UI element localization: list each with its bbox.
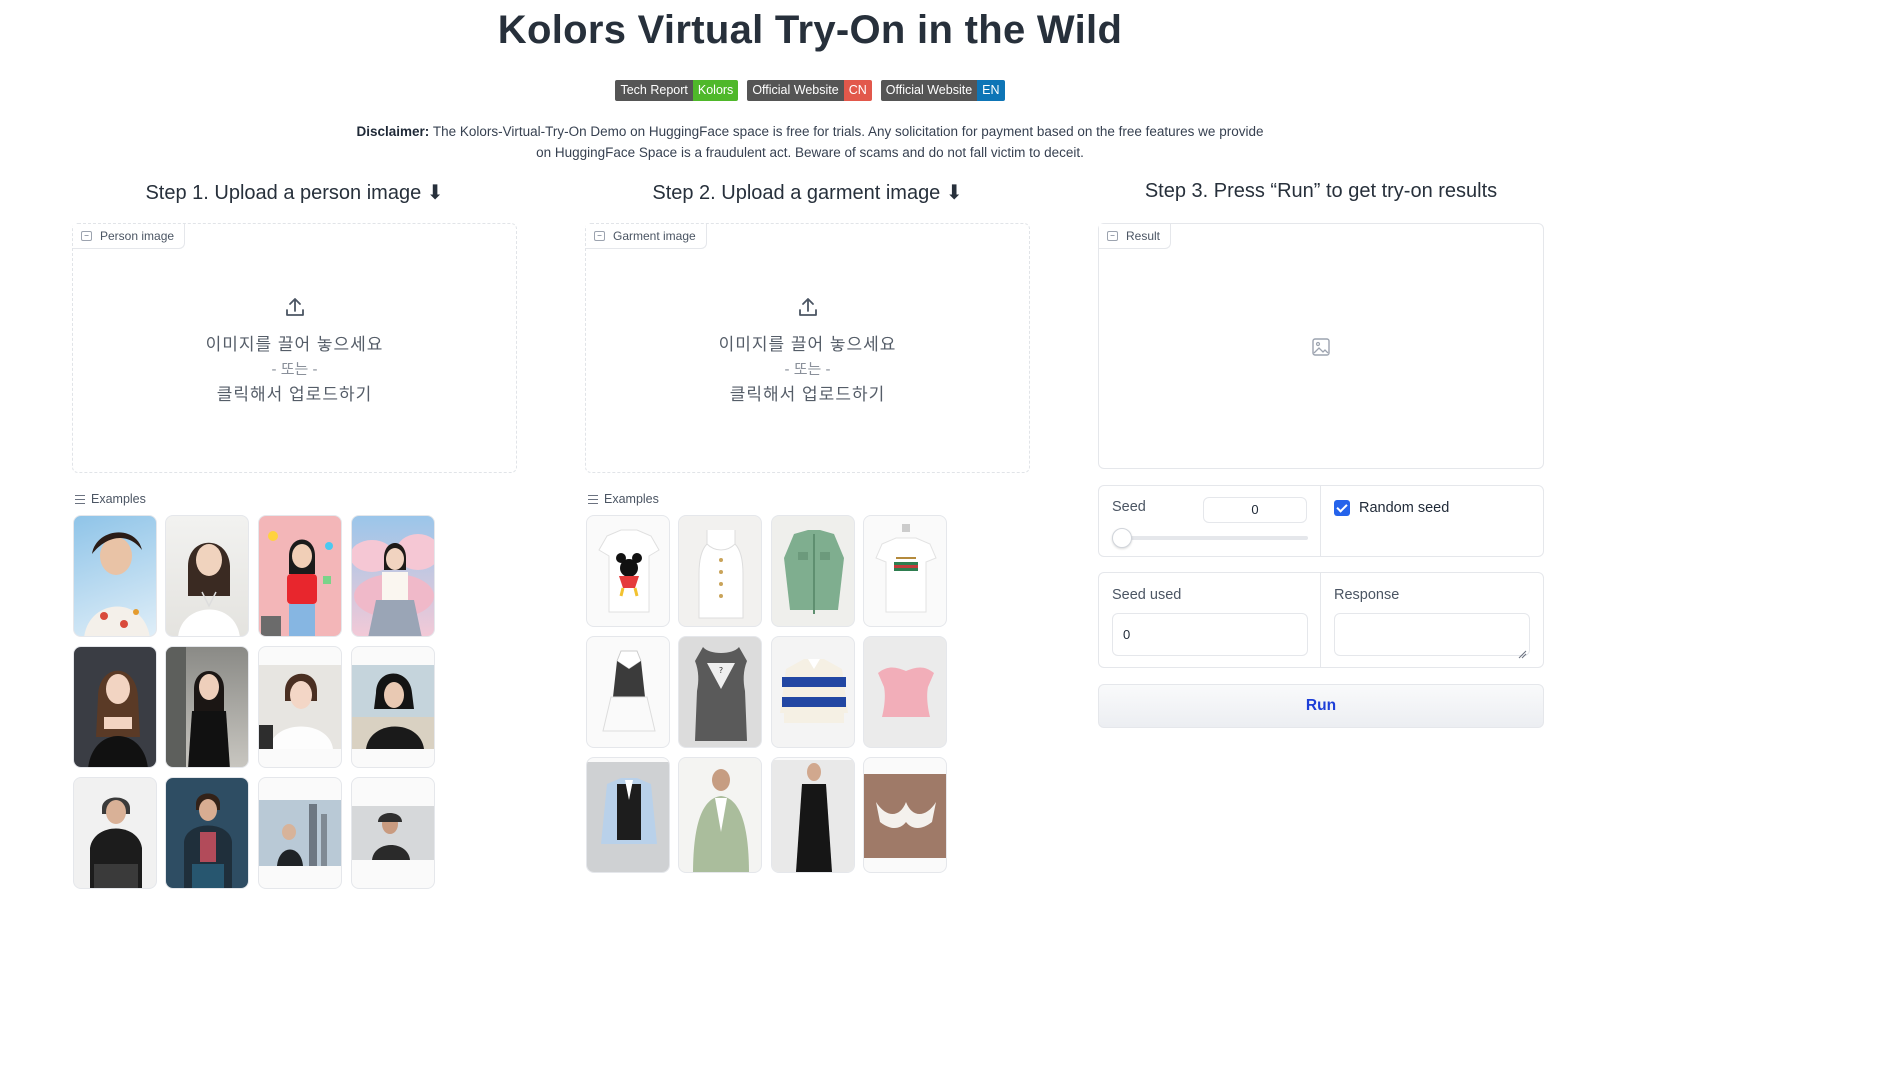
garment-example-4[interactable] <box>863 515 947 627</box>
seed-used-label: Seed used <box>1112 587 1182 603</box>
person-example-1[interactable] <box>73 515 157 637</box>
drop-text: 이미지를 끌어 놓으세요 <box>718 335 897 354</box>
garment-example-3[interactable] <box>771 515 855 627</box>
upload-icon <box>797 296 819 318</box>
run-button[interactable]: Run <box>1098 684 1544 728</box>
drop-text: 이미지를 끌어 놓으세요 <box>205 335 384 354</box>
upload-icon <box>284 296 306 318</box>
badge-right-text: EN <box>977 80 1005 101</box>
person-example-4[interactable] <box>351 515 435 637</box>
resize-handle-icon[interactable] <box>1518 646 1527 664</box>
seed-controls-panel <box>1098 485 1544 557</box>
result-label-text: Result <box>1126 229 1161 243</box>
panel-divider <box>1320 486 1321 556</box>
badge-row: Tech Report Kolors Official Website CN O… <box>0 80 1620 101</box>
result-image-panel: Result <box>1098 223 1544 469</box>
garment-example-6[interactable]: ? <box>678 636 762 748</box>
official-website-en-badge[interactable]: Official Website EN <box>880 80 1005 101</box>
disclaimer-label: Disclaimer: <box>356 124 430 139</box>
random-seed-label: Random seed <box>1359 500 1450 516</box>
official-website-cn-badge[interactable]: Official Website CN <box>747 80 872 101</box>
list-icon <box>588 494 598 504</box>
svg-text:?: ? <box>719 666 723 675</box>
person-example-11[interactable] <box>258 777 342 889</box>
person-drop-zone[interactable]: 이미지를 끌어 놓으세요 - 또는 - 클릭해서 업로드하기 <box>73 296 516 407</box>
person-example-12[interactable] <box>351 777 435 889</box>
person-example-2[interactable] <box>165 515 249 637</box>
image-icon <box>1107 231 1118 241</box>
garment-examples-label: Examples <box>588 492 659 506</box>
person-example-3[interactable] <box>258 515 342 637</box>
seed-number-input[interactable]: 0 <box>1203 497 1307 523</box>
list-icon <box>75 494 85 504</box>
step3-heading: Step 3. Press “Run” to get try-on result… <box>1144 180 1498 202</box>
disclaimer-line1: The Kolors-Virtual-Try-On Demo on Huggin… <box>429 124 1264 139</box>
garment-example-9[interactable] <box>586 757 670 873</box>
drop-or-text: - 또는 - <box>784 361 831 378</box>
garment-example-2[interactable] <box>678 515 762 627</box>
disclaimer: Disclaimer: The Kolors-Virtual-Try-On De… <box>330 121 1290 163</box>
tech-report-badge[interactable]: Tech Report Kolors <box>615 80 739 101</box>
person-examples-label: Examples <box>75 492 146 506</box>
random-seed-checkbox[interactable] <box>1334 500 1350 516</box>
panel-divider <box>1320 573 1321 667</box>
click-upload-text: 클릭해서 업로드하기 <box>216 385 373 404</box>
person-example-6[interactable] <box>165 646 249 768</box>
person-image-label: Person image <box>73 224 186 249</box>
seed-label: Seed <box>1112 499 1146 515</box>
garment-example-5[interactable] <box>586 636 670 748</box>
person-example-10[interactable] <box>165 777 249 889</box>
step1-heading: Step 1. Upload a person image ⬇ <box>145 182 444 204</box>
badge-left-text: Official Website <box>747 80 844 101</box>
drop-or-text: - 또는 - <box>271 361 318 378</box>
response-label: Response <box>1334 587 1400 603</box>
step2-heading: Step 2. Upload a garment image ⬇ <box>652 182 963 204</box>
garment-example-1[interactable] <box>586 515 670 627</box>
garment-image-upload[interactable]: Garment image 이미지를 끌어 놓으세요 - 또는 - 클릭해서 업… <box>585 223 1030 473</box>
person-example-7[interactable] <box>258 646 342 768</box>
disclaimer-line2: on HuggingFace Space is a fraudulent act… <box>536 145 1084 160</box>
person-example-5[interactable] <box>73 646 157 768</box>
person-example-8[interactable] <box>351 646 435 768</box>
badge-right-text: Kolors <box>692 80 739 101</box>
garment-example-7[interactable] <box>771 636 855 748</box>
garment-examples-label-text: Examples <box>604 492 659 506</box>
person-image-label-text: Person image <box>100 229 175 243</box>
seed-slider-thumb[interactable] <box>1112 528 1132 548</box>
page-title: Kolors Virtual Try-On in the Wild <box>497 8 1123 52</box>
garment-example-12[interactable] <box>863 757 947 873</box>
garment-image-label: Garment image <box>586 224 707 249</box>
seed-used-field[interactable]: 0 <box>1112 613 1308 656</box>
person-example-9[interactable] <box>73 777 157 889</box>
image-icon <box>81 231 92 241</box>
click-upload-text: 클릭해서 업로드하기 <box>729 385 886 404</box>
image-icon <box>594 231 605 241</box>
badge-right-text: CN <box>843 80 872 101</box>
garment-example-11[interactable] <box>771 757 855 873</box>
response-textarea[interactable] <box>1334 613 1530 656</box>
seed-slider-track[interactable] <box>1114 536 1308 540</box>
garment-image-label-text: Garment image <box>613 229 696 243</box>
person-image-upload[interactable]: Person image 이미지를 끌어 놓으세요 - 또는 - 클릭해서 업로… <box>72 223 517 473</box>
person-examples-label-text: Examples <box>91 492 146 506</box>
garment-drop-zone[interactable]: 이미지를 끌어 놓으세요 - 또는 - 클릭해서 업로드하기 <box>586 296 1029 407</box>
badge-left-text: Official Website <box>880 80 978 101</box>
garment-example-10[interactable] <box>678 757 762 873</box>
garment-example-8[interactable] <box>863 636 947 748</box>
image-placeholder-icon <box>1312 338 1330 361</box>
badge-left-text: Tech Report <box>615 80 693 101</box>
result-label: Result <box>1099 224 1172 249</box>
